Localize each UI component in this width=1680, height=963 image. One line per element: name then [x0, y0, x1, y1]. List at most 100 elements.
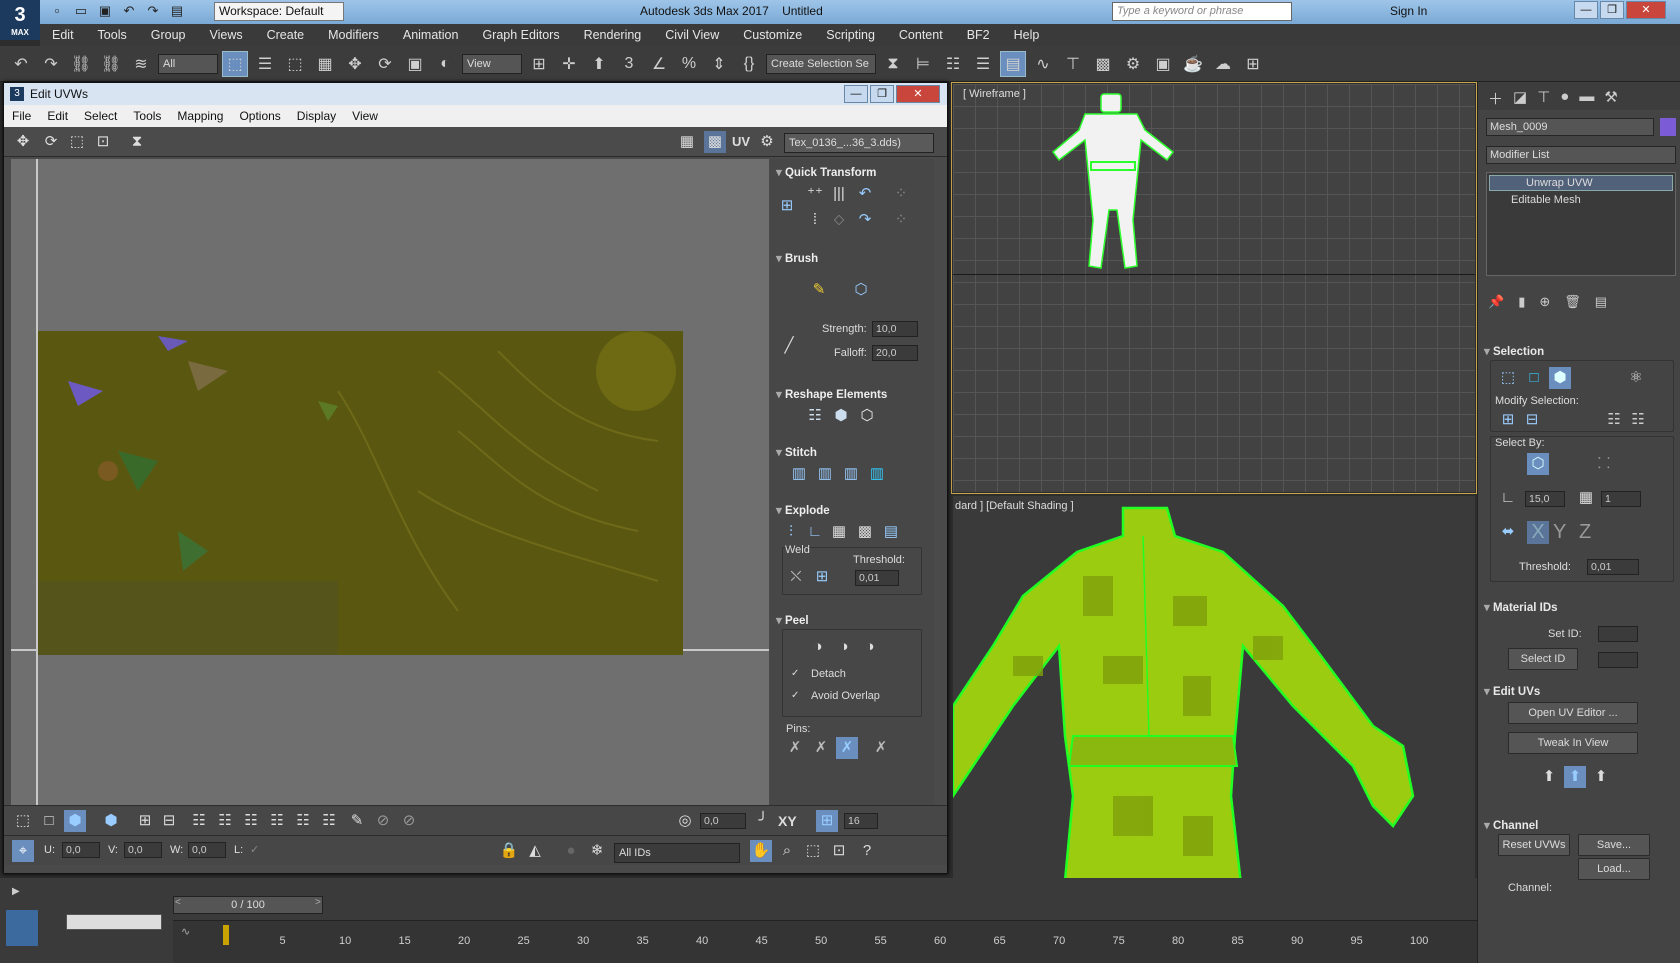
rollout-reshape[interactable]: Reshape Elements — [776, 387, 887, 401]
menu-views[interactable]: Views — [197, 28, 254, 42]
rollout-channel[interactable]: Channel — [1478, 818, 1538, 832]
menu-group[interactable]: Group — [139, 28, 198, 42]
rotation-spinner[interactable]: 0,0 — [700, 813, 746, 829]
space-horizontal-icon[interactable]: ⁘ — [890, 183, 912, 205]
mirror-icon[interactable]: ⧗ — [880, 51, 906, 77]
spinner-snap-icon[interactable]: ⇕ — [706, 51, 732, 77]
uv-face-mode-icon[interactable]: ⬢ — [64, 810, 86, 832]
align-pivot-icon[interactable]: ⊞ — [776, 195, 798, 217]
menu-help[interactable]: Help — [1002, 28, 1052, 42]
ids-dropdown[interactable]: All IDs — [614, 843, 740, 863]
set-id-spinner[interactable] — [1598, 626, 1638, 642]
grow-selection-icon[interactable]: ⊞ — [1497, 409, 1519, 431]
detach-edge-icon[interactable]: ∟ — [804, 521, 826, 543]
stitch-source-icon[interactable]: ▥ — [814, 463, 836, 485]
scene-explorer-icon[interactable]: ☰ — [970, 51, 996, 77]
weld-threshold-spinner[interactable]: 0,01 — [855, 570, 899, 586]
pin-icon[interactable]: ✗ — [784, 737, 806, 759]
material-editor-icon[interactable]: ▩ — [1090, 51, 1116, 77]
edge-select-icon[interactable]: □ — [1523, 367, 1545, 389]
select-manipulate-icon[interactable]: ⬆ — [586, 51, 612, 77]
undo-icon[interactable]: ↶ — [8, 51, 34, 77]
pin-stack-icon[interactable]: 📌 — [1488, 294, 1504, 310]
workspace-dropdown[interactable]: Workspace: Default — [214, 2, 344, 21]
uvw-menu-mapping[interactable]: Mapping — [169, 109, 231, 123]
display-tab-icon[interactable]: ▬ — [1579, 88, 1594, 105]
stitch-average-icon[interactable]: ▥ — [866, 463, 888, 485]
l-checkbox[interactable]: ✓ — [250, 843, 259, 856]
planar-angle-icon[interactable]: ∟ — [1497, 487, 1519, 509]
modifier-list-dropdown[interactable]: Modifier List — [1486, 146, 1676, 164]
rollout-explode[interactable]: Explode — [776, 503, 830, 517]
freeze-icon[interactable]: ❄ — [586, 840, 608, 862]
rotate-cw-icon[interactable]: ↷ — [854, 209, 876, 231]
reset-peel-icon[interactable]: ◑ — [859, 636, 881, 658]
detach-checkbox[interactable]: ✓ — [791, 668, 799, 679]
uvw-menu-select[interactable]: Select — [76, 109, 125, 123]
move-icon[interactable]: ✥ — [342, 51, 368, 77]
menu-tools[interactable]: Tools — [86, 28, 139, 42]
schematic-view-icon[interactable]: ⊤ — [1060, 51, 1086, 77]
align-center-icon[interactable]: ⁞ — [804, 209, 826, 231]
rollout-quick-transform[interactable]: Quick Transform — [776, 165, 876, 179]
map-settings-icon[interactable]: ⚙ — [756, 131, 778, 153]
menu-animation[interactable]: Animation — [391, 28, 471, 42]
render-setup-icon[interactable]: ⚙ — [1120, 51, 1146, 77]
search-input[interactable]: Type a keyword or phrase — [1112, 2, 1292, 21]
uv-ring-icon[interactable]: ☷ — [318, 810, 340, 832]
auto-pin-icon[interactable]: ✗ — [836, 737, 858, 759]
scale-icon[interactable]: ▣ — [402, 51, 428, 77]
menu-rendering[interactable]: Rendering — [572, 28, 654, 42]
reset-uvws-button[interactable]: Reset UVWs — [1498, 834, 1570, 856]
falloff-spinner[interactable]: 20,0 — [872, 345, 918, 361]
w-spinner[interactable]: 0,0 — [188, 842, 226, 858]
current-frame-marker[interactable] — [223, 925, 229, 945]
region-select-icon[interactable]: ⬚ — [282, 51, 308, 77]
curve-toggle-icon[interactable]: ∿ — [181, 925, 190, 938]
render-cloud-icon[interactable]: ☁ — [1210, 51, 1236, 77]
tweak-in-view-button[interactable]: Tweak In View — [1508, 732, 1638, 754]
uv-ring-grow-icon[interactable]: ☷ — [240, 810, 262, 832]
stack-item-editable-mesh[interactable]: Editable Mesh — [1489, 193, 1673, 209]
redo-icon[interactable]: ↷ — [38, 51, 64, 77]
undo-icon[interactable]: ↶ — [120, 2, 138, 20]
save-uvws-button[interactable]: Save... — [1578, 834, 1650, 856]
paint-shrink-icon[interactable]: ⊘ — [398, 810, 420, 832]
prev-frame-icon[interactable]: < — [175, 897, 181, 908]
map-planar-icon[interactable]: ⬆ — [1538, 766, 1560, 788]
menu-content[interactable]: Content — [887, 28, 955, 42]
uv-mirror-icon[interactable]: ⧗ — [126, 131, 148, 153]
flatten-by-id-icon[interactable]: ▩ — [854, 521, 876, 543]
select-by-count-icon[interactable]: ▦ — [1575, 487, 1597, 509]
ring-selection-icon[interactable]: ☷ — [1627, 409, 1649, 431]
remove-modifier-icon[interactable]: 🗑 — [1564, 294, 1581, 310]
select-by-uv-icon[interactable]: ⸬ — [1593, 453, 1615, 475]
straighten-icon[interactable]: ☷ — [804, 405, 826, 427]
paint-select-icon[interactable]: ✎ — [346, 810, 368, 832]
menu-modifiers[interactable]: Modifiers — [316, 28, 391, 42]
uvw-menu-options[interactable]: Options — [231, 109, 288, 123]
quick-peel-icon[interactable]: ◑ — [807, 636, 829, 658]
map-box-icon[interactable]: ⬆ — [1564, 766, 1586, 788]
v-spinner[interactable]: 0,0 — [124, 842, 162, 858]
menu-customize[interactable]: Customize — [731, 28, 814, 42]
align-horizontal-icon[interactable]: ⁺⁺ — [804, 183, 826, 205]
bind-space-warp-icon[interactable]: ≋ — [128, 51, 154, 77]
uv-edge-mode-icon[interactable]: □ — [38, 810, 60, 832]
create-tab-icon[interactable]: ＋ — [1488, 88, 1503, 108]
open-file-icon[interactable]: ▭ — [72, 2, 90, 20]
viewport-perspective[interactable]: dard ] [Default Shading ] — [953, 496, 1475, 902]
menu-graph-editors[interactable]: Graph Editors — [470, 28, 571, 42]
help-icon[interactable]: ? — [856, 840, 878, 862]
uvw-maximize-button[interactable]: ❐ — [870, 85, 894, 103]
strength-spinner[interactable]: 10,0 — [872, 321, 918, 337]
uvw-close-button[interactable]: ✕ — [896, 85, 940, 103]
align-icon[interactable]: ⊨ — [910, 51, 936, 77]
align-vertical-icon[interactable]: ||| — [828, 183, 850, 205]
menu-civil-view[interactable]: Civil View — [653, 28, 731, 42]
uv-rotate-icon[interactable]: ⟳ — [40, 131, 62, 153]
flatten-icon[interactable]: ▦ — [828, 521, 850, 543]
relax-icon[interactable]: ⬢ — [830, 405, 852, 427]
zoom-icon[interactable]: ⌕ — [776, 840, 798, 862]
app-logo[interactable]: 3 MAX — [0, 0, 40, 40]
